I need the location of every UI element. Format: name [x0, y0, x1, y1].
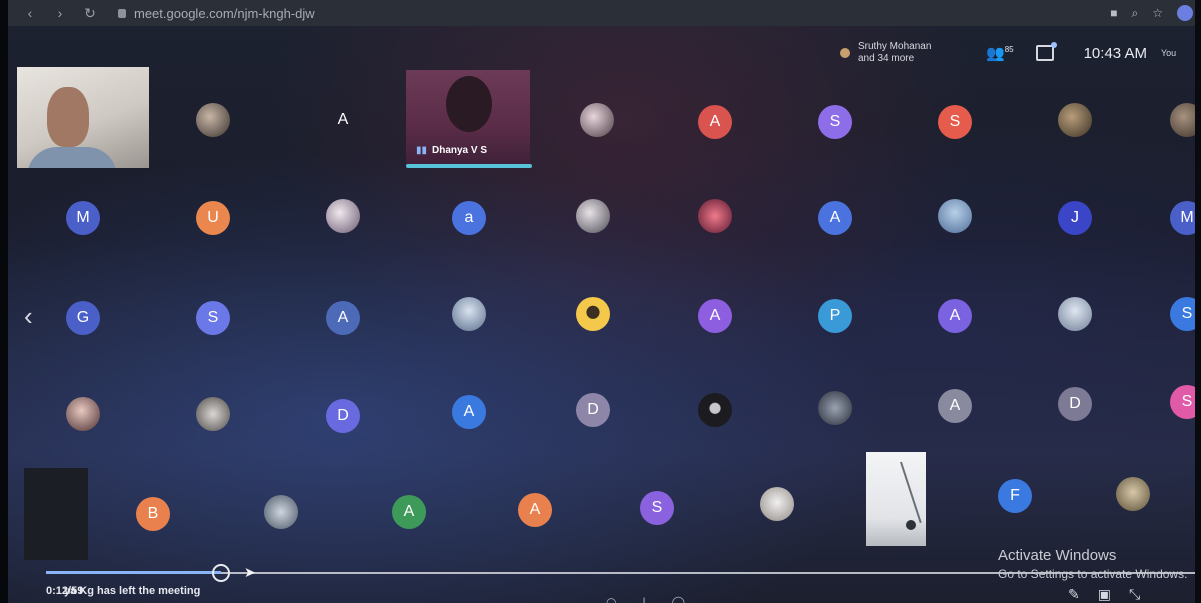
pen-icon[interactable]: ✎ [1068, 586, 1080, 603]
meeting-topbar: Sruthy Mohanan and 34 more 👥85 10:43 AM … [840, 34, 1176, 72]
participant-avatar[interactable]: A [818, 201, 852, 235]
participant-avatar[interactable]: S [640, 491, 674, 525]
participant-avatar[interactable]: S [818, 105, 852, 139]
participant-avatar[interactable] [326, 199, 360, 233]
reload-button[interactable]: ↻ [82, 5, 98, 22]
chat-badge [1050, 42, 1057, 48]
camera-toggle-icon[interactable]: ◯ [672, 595, 685, 603]
object-dot [906, 520, 916, 530]
participant-avatar[interactable]: P [818, 299, 852, 333]
you-label: You [1160, 48, 1177, 58]
participant-avatar[interactable]: F [998, 479, 1032, 513]
browser-toolbar: ‹ › ↻ meet.google.com/njm-kngh-djw ■ ⌕ ☆ [8, 0, 1201, 26]
participant-avatar[interactable] [576, 199, 610, 233]
person-face [47, 87, 89, 147]
presenter-extra: and 34 more [858, 53, 915, 64]
participant-avatar[interactable]: A [326, 103, 360, 137]
participant-count: 85 [1004, 45, 1014, 54]
participant-avatar[interactable]: A [698, 299, 732, 333]
presenter-name: Sruthy Mohanan [858, 41, 932, 52]
participant-avatar[interactable] [576, 297, 610, 331]
screen: ‹ › ↻ meet.google.com/njm-kngh-djw ■ ⌕ ☆… [0, 0, 1201, 603]
camera-icon[interactable]: ■ [1110, 6, 1117, 20]
profile-avatar[interactable] [1177, 5, 1193, 21]
end-call-icon[interactable]: | [642, 595, 645, 603]
participant-avatar[interactable]: a [452, 201, 486, 235]
participant-avatar[interactable]: A [938, 299, 972, 333]
address-bar[interactable]: meet.google.com/njm-kngh-djw [118, 6, 315, 21]
activate-windows-subtitle: Go to Settings to activate Windows. [998, 567, 1188, 581]
bottom-right-controls: ✎ ▣ ⤡ [1068, 586, 1140, 603]
people-icon: 👥 [986, 45, 1005, 62]
participant-avatar[interactable]: J [1058, 201, 1092, 235]
bottom-toolbar: ◠ | ◯ [606, 595, 685, 603]
monitor-bezel-right [1195, 0, 1201, 603]
participant-avatar[interactable]: D [576, 393, 610, 427]
person-silhouette [446, 76, 492, 132]
left-meeting-toast: ya Kg has left the meeting [64, 585, 201, 597]
forward-button[interactable]: › [52, 5, 68, 21]
progress-fill [46, 571, 221, 574]
participant-avatar[interactable]: U [196, 201, 230, 235]
participant-avatar[interactable] [1116, 477, 1150, 511]
monitor-bezel-left [0, 0, 8, 603]
participant-avatar[interactable]: A [452, 395, 486, 429]
exit-fullscreen-icon[interactable]: ⤡ [1129, 586, 1140, 603]
tile-name: Dhanya V S [432, 145, 488, 156]
participant-avatar[interactable]: A [326, 301, 360, 335]
participant-avatar[interactable] [938, 199, 972, 233]
presenter-info[interactable]: Sruthy Mohanan and 34 more [858, 41, 968, 65]
participant-avatar[interactable] [580, 103, 614, 137]
speaking-icon: ▮▮ [416, 145, 428, 156]
participant-avatar[interactable] [66, 397, 100, 431]
participant-avatar[interactable]: A [938, 389, 972, 423]
participant-avatar[interactable]: S [196, 301, 230, 335]
clock: 10:43 AM [1083, 44, 1147, 62]
presenter-avatar-icon [840, 48, 850, 58]
active-speaker-bar [406, 164, 532, 168]
participant-avatar[interactable]: D [1058, 387, 1092, 421]
video-tile-self[interactable] [17, 67, 149, 168]
captions-icon[interactable]: ▣ [1098, 586, 1111, 603]
previous-page-icon[interactable]: ‹ [24, 303, 33, 329]
participant-avatar[interactable] [698, 393, 732, 427]
participant-avatar[interactable] [452, 297, 486, 331]
participant-avatar[interactable] [760, 487, 794, 521]
activate-windows-title: Activate Windows [998, 547, 1117, 564]
star-icon[interactable]: ☆ [1152, 6, 1163, 20]
participant-avatar[interactable] [1058, 103, 1092, 137]
participant-avatar[interactable]: M [66, 201, 100, 235]
participant-avatar[interactable] [196, 397, 230, 431]
participant-avatar[interactable] [1058, 297, 1092, 331]
participant-avatar[interactable] [196, 103, 230, 137]
participants-button[interactable]: 👥85 [986, 44, 1014, 62]
zoom-icon[interactable]: ⌕ [1132, 6, 1139, 21]
participant-avatar[interactable]: D [326, 399, 360, 433]
video-tile-object[interactable] [866, 452, 926, 546]
mouse-cursor-icon: ➤ [244, 564, 256, 580]
video-tile-dhanya[interactable]: ▮▮ Dhanya V S [406, 70, 530, 166]
participant-avatar[interactable] [264, 495, 298, 529]
lock-icon [118, 8, 126, 18]
participant-avatar[interactable]: G [66, 301, 100, 335]
participant-avatar[interactable]: A [698, 105, 732, 139]
chat-icon[interactable] [1035, 42, 1057, 61]
object-line [900, 461, 922, 524]
url-text: meet.google.com/njm-kngh-djw [134, 5, 315, 21]
progress-knob[interactable] [212, 564, 230, 582]
back-button[interactable]: ‹ [22, 5, 38, 21]
participant-avatar[interactable] [698, 199, 732, 233]
participant-avatar[interactable]: S [938, 105, 972, 139]
participant-avatar[interactable] [818, 391, 852, 425]
participant-avatar[interactable]: A [518, 493, 552, 527]
participant-avatar[interactable]: B [136, 497, 170, 531]
participant-avatar[interactable]: A [392, 495, 426, 529]
mic-icon[interactable]: ◠ [606, 595, 616, 603]
person-shirt [27, 147, 117, 168]
video-tile-dark[interactable] [24, 468, 88, 560]
